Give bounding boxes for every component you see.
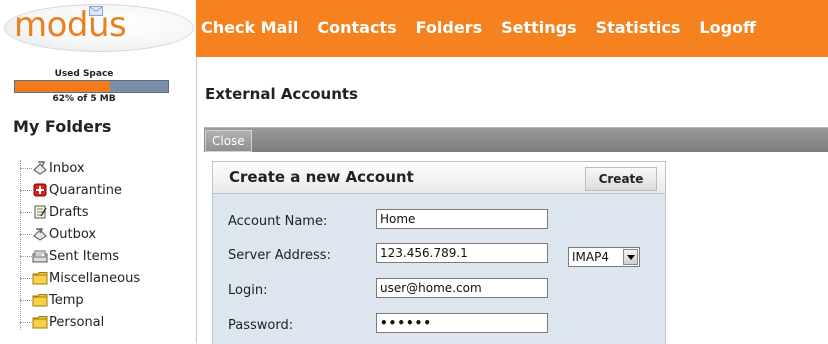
panel-title: Create a new Account <box>229 168 414 186</box>
folders-title: My Folders <box>13 117 112 136</box>
drafts-icon <box>34 205 47 219</box>
folder-icon <box>32 294 48 307</box>
folder-label: Outbox <box>49 226 97 242</box>
password-label: Password: <box>228 318 294 333</box>
folder-label: Drafts <box>49 204 89 220</box>
folder-label: Personal <box>49 314 105 330</box>
sent-items-icon <box>32 250 48 263</box>
folder-miscellaneous[interactable]: Miscellaneous <box>20 268 140 288</box>
folder-sent-items[interactable]: Sent Items <box>20 246 119 266</box>
outbox-icon <box>33 228 47 241</box>
folder-label: Miscellaneous <box>49 270 141 286</box>
page-title: External Accounts <box>205 85 358 103</box>
nav-statistics[interactable]: Statistics <box>596 18 681 40</box>
tree-branch <box>20 189 32 191</box>
sidebar: Used Space 62% of 5 MB My Folders Inbox … <box>0 57 197 343</box>
action-toolbar: Close <box>204 127 828 152</box>
logo: modus <box>0 0 196 57</box>
folder-label: Inbox <box>49 160 85 176</box>
tree-branch <box>20 277 32 279</box>
protocol-select[interactable]: IMAP4 <box>568 247 640 267</box>
folder-temp[interactable]: Temp <box>20 290 84 310</box>
main-nav: Check Mail Contacts Folders Settings Sta… <box>196 18 775 40</box>
inbox-icon <box>33 161 47 175</box>
protocol-select-value: IMAP4 <box>572 250 609 264</box>
folder-inbox[interactable]: Inbox <box>20 158 85 178</box>
tree-branch <box>20 321 32 323</box>
server-address-field[interactable]: 123.456.789.1 <box>376 243 548 263</box>
nav-folders[interactable]: Folders <box>416 18 482 40</box>
nav-logoff[interactable]: Logoff <box>699 18 756 40</box>
password-field[interactable]: •••••• <box>376 313 548 333</box>
tree-branch <box>20 167 32 169</box>
quota-bar-fill <box>15 81 110 92</box>
used-space-label: Used Space <box>54 69 114 79</box>
folder-quarantine[interactable]: Quarantine <box>20 180 122 200</box>
nav-check-mail[interactable]: Check Mail <box>201 18 298 40</box>
close-button[interactable]: Close <box>205 130 252 152</box>
server-address-label: Server Address: <box>228 248 331 263</box>
folder-label: Temp <box>49 292 84 308</box>
tree-branch <box>20 211 32 213</box>
quarantine-icon <box>33 183 47 197</box>
folder-icon <box>32 316 48 329</box>
tree-branch <box>20 255 32 257</box>
create-button[interactable]: Create <box>585 167 657 191</box>
chevron-down-icon[interactable] <box>623 249 638 265</box>
panel-header: Create a new Account Create <box>213 162 665 194</box>
quota-bar <box>14 80 169 93</box>
folder-label: Sent Items <box>49 248 120 264</box>
folder-icon <box>32 272 48 285</box>
top-navigation-bar: Check Mail Contacts Folders Settings Sta… <box>196 0 828 57</box>
folder-personal[interactable]: Personal <box>20 312 104 332</box>
envelope-icon <box>89 6 103 16</box>
nav-contacts[interactable]: Contacts <box>317 18 396 40</box>
quota-text: 62% of 5 MB <box>52 94 116 104</box>
tree-branch <box>20 233 32 235</box>
account-name-label: Account Name: <box>228 214 328 229</box>
login-field[interactable]: user@home.com <box>376 278 548 298</box>
tree-branch <box>20 299 32 301</box>
login-label: Login: <box>228 283 268 298</box>
nav-settings[interactable]: Settings <box>501 18 577 40</box>
folder-outbox[interactable]: Outbox <box>20 224 96 244</box>
folder-label: Quarantine <box>49 182 122 198</box>
folder-drafts[interactable]: Drafts <box>20 202 89 222</box>
account-name-field[interactable]: Home <box>376 209 548 229</box>
create-account-panel: Create a new Account Create Account Name… <box>212 161 666 344</box>
logo-text: modus <box>14 5 127 45</box>
